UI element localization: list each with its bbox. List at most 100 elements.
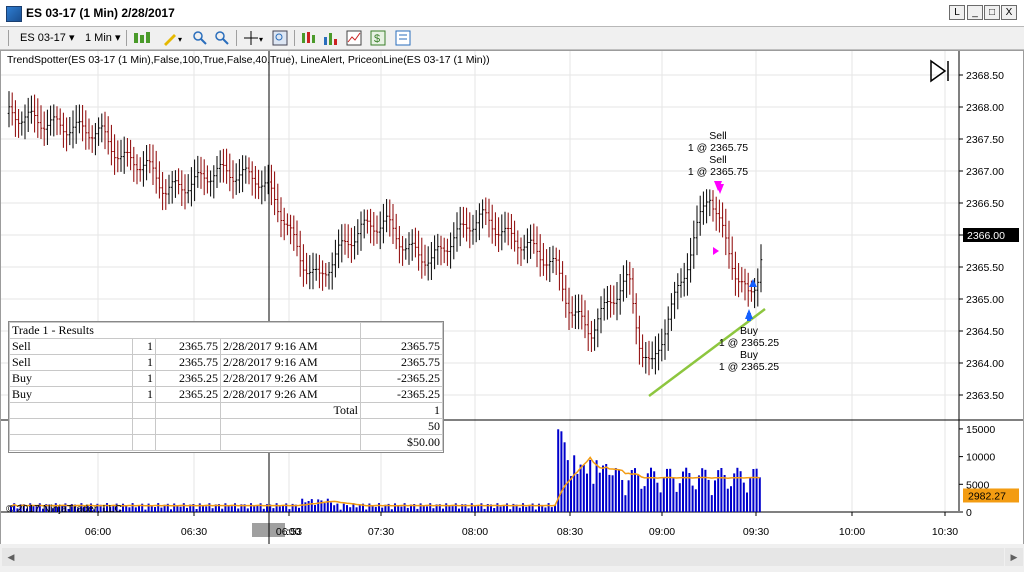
volume-bar	[416, 508, 419, 512]
volume-bar	[237, 508, 240, 512]
volume-bar	[339, 509, 342, 512]
points-row: 50	[9, 418, 443, 435]
properties-button[interactable]	[346, 30, 362, 46]
volume-bar	[445, 503, 448, 512]
indicator-label: TrendSpotter(ES 03-17 (1 Min),False,100,…	[7, 54, 490, 66]
price-tick-label: 2368.50	[966, 70, 1004, 82]
volume-bar	[403, 503, 406, 512]
time-tick-label: 10:00	[839, 526, 865, 538]
volume-bar	[525, 506, 528, 512]
interval-label: 1 Min	[85, 32, 112, 44]
volume-bar	[227, 506, 230, 512]
volume-bar	[419, 503, 422, 512]
volume-bar	[346, 505, 348, 512]
indicators-button[interactable]	[322, 30, 338, 46]
price-tick-label: 2365.50	[966, 262, 1004, 274]
strategy-icon	[302, 32, 315, 43]
interval-selector[interactable]: 1 Min ▾	[85, 30, 121, 46]
volume-bar	[650, 467, 652, 512]
volume-bar	[326, 498, 329, 512]
horizontal-scrollbar[interactable]: ◀ ▶	[0, 544, 1024, 572]
volume-bar	[547, 503, 550, 512]
volume-bar	[493, 508, 496, 512]
volume-bar	[157, 503, 160, 512]
templates-button[interactable]	[395, 30, 411, 46]
volume-bar	[448, 506, 451, 512]
price-chart[interactable]: 2368.50 2368.00 2367.50 2367.00 2366.50 2366.…	[1, 51, 1023, 544]
dollar-icon: $	[370, 30, 386, 46]
volume-bar	[426, 506, 428, 512]
volume-bar	[278, 506, 281, 512]
price-cell: 2365.75	[155, 354, 221, 371]
zoom-in-button[interactable]	[192, 30, 208, 46]
zoom-out-button[interactable]	[214, 30, 230, 46]
volume-bar	[458, 508, 460, 512]
table-row: Buy 1 2365.25 2/28/2017 9:26 AM -2365.25	[9, 386, 443, 403]
chart-toolbar: ES 03-17 ▾ 1 Min ▾ ▾ ▾ $	[0, 27, 1024, 50]
volume-bar	[714, 480, 716, 512]
volume-bar	[259, 503, 262, 512]
empty-cell	[132, 402, 156, 419]
volume-bar	[589, 459, 592, 512]
volume-bar	[288, 509, 291, 512]
scrollbar-track[interactable]	[19, 548, 1004, 566]
volume-bar	[179, 506, 182, 512]
minimize-button[interactable]: _	[967, 5, 983, 20]
volume-bar	[256, 505, 259, 512]
volume-bar	[432, 508, 435, 512]
data-box-button[interactable]	[272, 30, 288, 46]
volume-bar	[550, 507, 553, 512]
link-button[interactable]: L	[949, 5, 965, 20]
time-tick-label: 09:00	[649, 526, 675, 538]
toolbar-separator	[294, 30, 295, 46]
volume-bar	[742, 482, 745, 512]
volume-bar	[720, 468, 723, 512]
side-cell: Buy	[9, 386, 133, 403]
volume-bar	[211, 508, 214, 512]
volume-bar	[467, 508, 470, 512]
volume-bar	[253, 506, 256, 512]
volume-bar	[262, 508, 265, 512]
volume-bar	[381, 507, 384, 512]
scroll-left-icon[interactable]: ◀	[2, 548, 20, 566]
volume-bar	[534, 509, 537, 512]
crosshair-button[interactable]: ▾	[243, 30, 263, 46]
volume-bar	[502, 505, 505, 512]
play-icon	[930, 59, 947, 83]
volume-bar	[528, 505, 531, 512]
bar-type-button[interactable]	[132, 30, 150, 46]
volume-bar	[368, 503, 371, 512]
chart-panel[interactable]: 2368.50 2368.00 2367.50 2367.00 2366.50 2366.…	[0, 50, 1024, 545]
volume-bar	[586, 473, 588, 512]
price-tick-label: 2366.50	[966, 198, 1004, 210]
volume-bar	[723, 475, 726, 512]
maximize-button[interactable]: □	[984, 5, 1000, 20]
drawing-tool-button[interactable]: ▾	[162, 30, 182, 46]
volume-bar	[544, 507, 547, 512]
volume-bar	[160, 507, 163, 512]
empty-cell	[220, 434, 361, 451]
time-tick-label: 06:30	[181, 526, 207, 538]
volume-bar	[694, 489, 697, 512]
close-button[interactable]: X	[1001, 5, 1017, 20]
side-cell: Sell	[9, 338, 133, 355]
price-tick-label: 2367.00	[966, 166, 1004, 178]
template-icon	[395, 30, 411, 46]
qty-cell: 1	[132, 354, 156, 371]
strategies-button[interactable]	[300, 30, 316, 46]
volume-bar	[618, 469, 620, 512]
volume-bar	[355, 507, 358, 512]
table-row: Sell 1 2365.75 2/28/2017 9:16 AM 2365.75	[9, 354, 443, 371]
instrument-selector[interactable]: ES 03-17 ▾	[20, 30, 74, 46]
volume-bar	[730, 486, 732, 512]
volume-bar	[374, 506, 377, 512]
volume-bar	[349, 507, 352, 512]
scroll-right-icon[interactable]: ▶	[1005, 548, 1023, 566]
total-count: 1	[360, 402, 443, 419]
chart-trader-button[interactable]: $	[370, 30, 386, 46]
volume-bar	[608, 474, 611, 512]
svg-text:$: $	[374, 33, 380, 45]
volume-bar	[134, 507, 137, 512]
volume-bar	[678, 483, 681, 512]
toolbar-separator	[236, 30, 237, 46]
